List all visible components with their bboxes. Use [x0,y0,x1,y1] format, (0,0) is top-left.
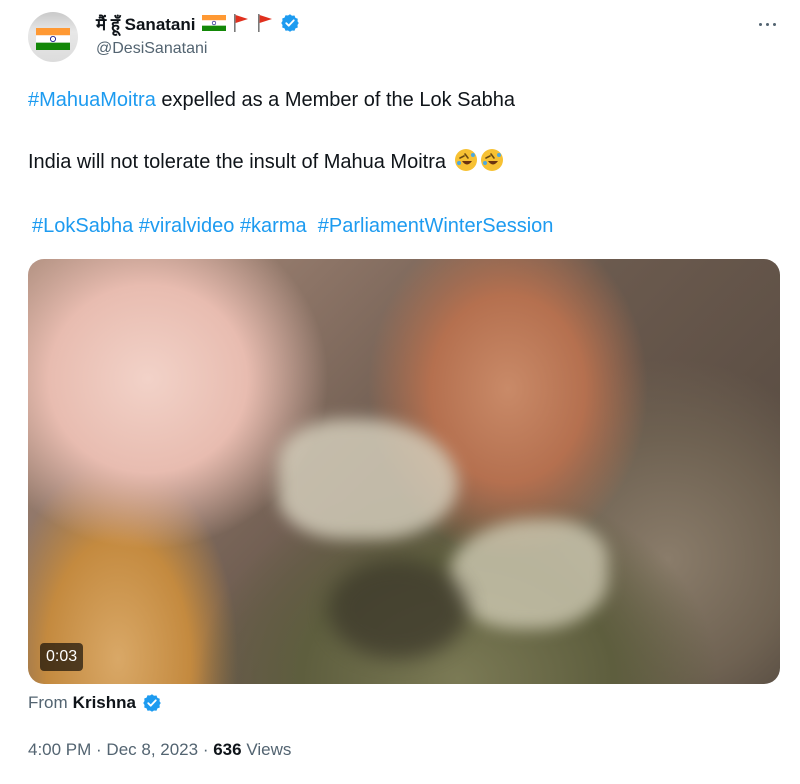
author-handle[interactable]: @DesiSanatani [96,40,207,58]
tweet-text: expelled as a Member of the Lok Sabha [155,89,515,111]
tweet-metadata: 4:00 PM · Dec 8, 2023 · 636 Views [28,740,291,760]
tweet-card: मैं हूँ Sanatani @DesiSanatani #MahuaMoi… [0,0,800,784]
verified-badge-icon [143,694,161,712]
hashtag-link[interactable]: #karma [240,215,307,237]
video-attribution: From Krishna [28,691,162,715]
author-name[interactable]: मैं हूँ Sanatani [96,12,196,35]
hashtag-link[interactable]: #LokSabha [32,215,133,237]
tweet-text: India will not tolerate the insult of Ma… [28,151,452,173]
verified-badge-icon [280,14,299,32]
separator: · [198,740,214,759]
india-flag-icon [36,28,70,50]
hashtag-link[interactable]: #viralvideo [139,215,235,237]
video-frame [278,419,458,539]
tweet-hashtags: #LokSabha #viralvideo #karma #Parliament… [32,213,553,239]
video-duration: 0:03 [40,643,84,671]
india-flag-icon [201,15,226,31]
red-flag-icon [232,13,250,33]
red-flag-icon [256,13,274,33]
video-frame [328,559,468,659]
attribution-source-link[interactable]: Krishna [73,693,136,713]
avatar[interactable] [28,12,78,62]
views-count: 636 [213,740,242,759]
hashtag-link[interactable]: #MahuaMoitra [28,89,156,111]
attribution-prefix: From [28,693,68,712]
tweet-date[interactable]: Dec 8, 2023 [106,740,198,759]
video-player[interactable]: 0:03 [28,259,780,684]
tweet-time[interactable]: 4:00 PM [28,740,91,759]
video-frame [448,519,608,629]
author-name-row[interactable]: मैं हूँ Sanatani [96,11,300,35]
separator: · [91,740,107,759]
tweet-line-2: India will not tolerate the insult of Ma… [28,148,504,179]
more-options-icon[interactable] [752,12,782,36]
views-label: Views [241,740,292,759]
rolling-laughing-emoji-icon [454,148,478,179]
hashtag-link[interactable]: #ParliamentWinterSession [318,215,554,237]
tweet-line-1: #MahuaMoitra expelled as a Member of the… [28,87,515,113]
rolling-laughing-emoji-icon [480,148,504,179]
